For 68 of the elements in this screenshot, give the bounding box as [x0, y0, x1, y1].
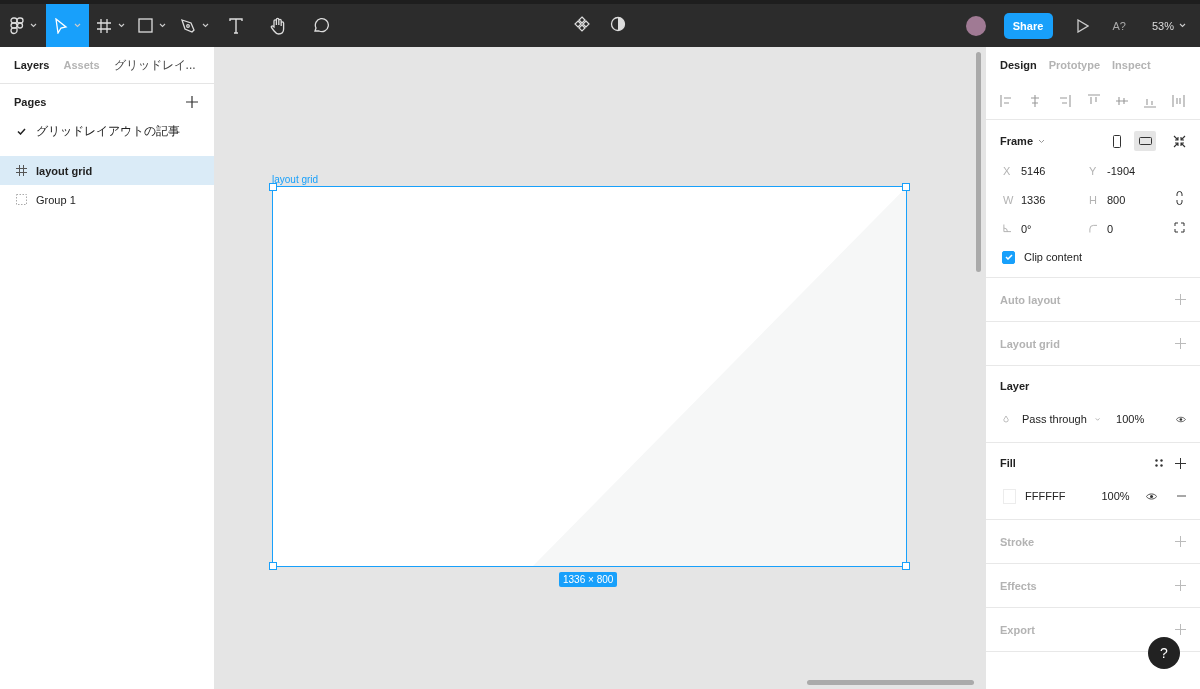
resize-handle[interactable]	[269, 183, 277, 191]
landscape-icon	[1138, 137, 1152, 145]
frame-icon	[16, 165, 27, 176]
avatar[interactable]	[965, 15, 986, 36]
opacity-field[interactable]: 100%	[1116, 413, 1145, 425]
section-title: Effects	[1000, 579, 1037, 592]
caret-icon	[1179, 23, 1186, 28]
portrait-icon[interactable]	[1113, 134, 1121, 148]
page-item[interactable]: グリッドレイアウトの記事	[0, 120, 214, 142]
clip-content-checkbox[interactable]: Clip content	[1000, 237, 1186, 277]
eye-icon[interactable]	[1176, 414, 1186, 424]
property-field[interactable]: Y -1904	[1086, 162, 1172, 179]
section-title: Layout grid	[1000, 337, 1060, 350]
corner-radius-icon	[1089, 224, 1097, 233]
text-icon	[229, 17, 243, 34]
property-field[interactable]: W 1336	[1000, 191, 1086, 208]
cursor-icon	[54, 17, 68, 34]
eye-icon[interactable]	[1145, 491, 1157, 501]
resize-handle[interactable]	[902, 562, 910, 570]
contrast-icon[interactable]	[610, 16, 626, 32]
help-button[interactable]: ?	[1148, 637, 1180, 669]
pen-icon	[179, 17, 196, 34]
component-icon[interactable]	[574, 16, 590, 32]
zoom-dropdown[interactable]: 53%	[1151, 19, 1186, 32]
panel-tab[interactable]: Layers	[14, 59, 50, 71]
blend-mode-dropdown[interactable]: Pass through	[1022, 413, 1087, 425]
checkbox[interactable]	[1002, 250, 1015, 264]
hex-field[interactable]: FFFFFF	[1025, 490, 1066, 502]
play-icon[interactable]	[1076, 18, 1089, 33]
caret-icon[interactable]	[1038, 138, 1046, 144]
check-icon	[1004, 254, 1013, 260]
property-field[interactable]: 0	[1086, 220, 1172, 237]
layer-item[interactable]: Group 1	[0, 185, 214, 214]
property-field[interactable]: H 800	[1086, 191, 1172, 208]
pages-heading: Pages	[14, 96, 47, 108]
group-icon	[16, 194, 27, 205]
comment-icon	[311, 17, 329, 34]
property-field[interactable]: X 5146	[1000, 162, 1086, 179]
panel-tab[interactable]: Design	[1000, 59, 1037, 71]
font-check-button[interactable]: A?	[1112, 19, 1126, 32]
collapse-icon[interactable]	[1173, 134, 1186, 148]
styles-icon[interactable]	[1155, 459, 1163, 467]
scrollbar[interactable]	[976, 52, 981, 272]
resize-handle[interactable]	[902, 183, 910, 191]
layer-item[interactable]: layout grid	[0, 156, 214, 185]
landscape-button[interactable]	[1134, 131, 1156, 151]
section-title: Fill	[1000, 457, 1016, 469]
section-title: Export	[1000, 623, 1035, 636]
constrain-proportions-icon[interactable]	[1176, 191, 1183, 205]
section-title: Auto layout	[1000, 293, 1061, 306]
opacity-field[interactable]: 100%	[1101, 490, 1130, 502]
property-field[interactable]: 0°	[1000, 220, 1086, 237]
frame-title[interactable]: Frame	[1000, 135, 1034, 147]
resize-handle[interactable]	[269, 562, 277, 570]
rectangle-icon	[138, 18, 153, 33]
angle-icon	[1003, 224, 1011, 233]
drop-icon	[1003, 414, 1009, 424]
size-badge: 1336 × 800	[559, 572, 618, 587]
hand-icon	[270, 16, 286, 35]
page-dropdown[interactable]: グリッドレイ...	[113, 56, 196, 74]
scrollbar[interactable]	[807, 680, 974, 685]
logo-icon	[9, 16, 24, 35]
section-title: Layer	[1000, 380, 1030, 392]
add-icon[interactable]	[186, 96, 198, 108]
section-title: Stroke	[1000, 535, 1035, 548]
resize-icon[interactable]	[1174, 222, 1185, 233]
frame-icon	[95, 17, 112, 34]
add-icon[interactable]	[1175, 457, 1186, 469]
